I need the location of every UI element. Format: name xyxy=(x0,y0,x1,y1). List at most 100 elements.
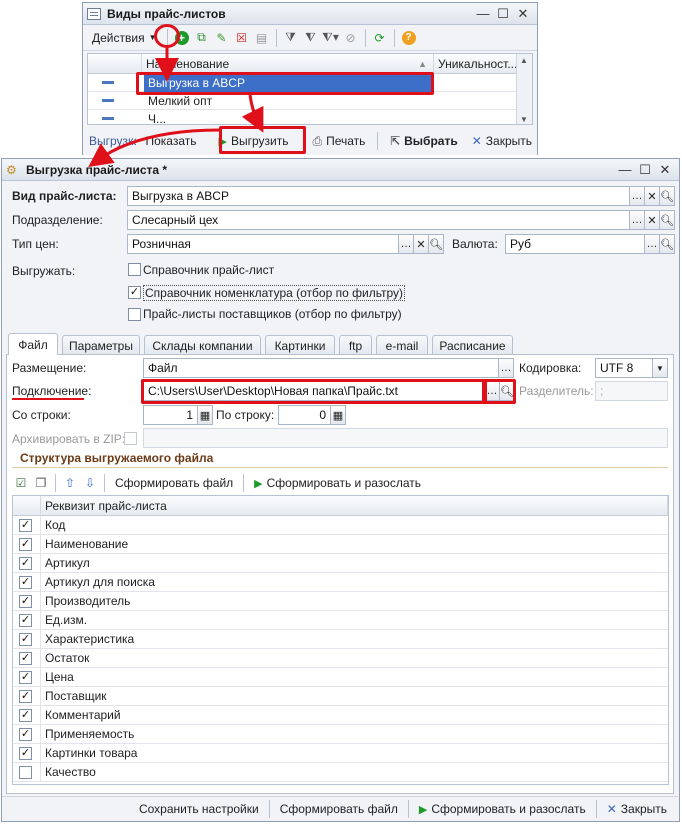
table-row[interactable]: ✓ Применяемость xyxy=(13,724,668,744)
row-checkbox[interactable]: ✓ xyxy=(19,518,32,532)
structure-form-send-button[interactable]: ▶ Сформировать и разослать xyxy=(249,474,426,492)
tab-parameters[interactable]: Параметры xyxy=(62,335,140,355)
maximize-icon[interactable]: ☐ xyxy=(493,6,513,22)
tab-schedule[interactable]: Расписание xyxy=(432,335,513,355)
price-type-field[interactable]: Розничная xyxy=(127,234,399,254)
connection-field[interactable]: C:\Users\User\Desktop\Новая папка\Прайс.… xyxy=(143,381,483,401)
form-send-button[interactable]: ▶ Сформировать и разослать xyxy=(414,800,591,818)
pricelist-type-clear-button[interactable]: ✕ xyxy=(644,186,660,206)
tab-warehouses[interactable]: Склады компании xyxy=(144,335,261,355)
tab-pictures[interactable]: Картинки xyxy=(265,335,335,355)
move-up-icon[interactable]: ⇧ xyxy=(61,474,79,492)
pricelist-type-open-button[interactable]: 🔍︎ xyxy=(659,186,675,206)
tab-file[interactable]: Файл xyxy=(8,333,58,355)
export-button[interactable]: ▶ Выгрузить xyxy=(214,132,294,150)
scroll-up-icon[interactable]: ▲ xyxy=(520,56,528,65)
close-icon[interactable]: ✕ xyxy=(513,6,533,22)
nomenclature-checkbox[interactable]: ✓ xyxy=(128,286,141,299)
from-row-field[interactable]: 1 xyxy=(143,405,198,425)
placement-select-button[interactable]: … xyxy=(498,358,514,378)
row-checkbox[interactable]: ✓ xyxy=(19,708,32,722)
to-row-field[interactable]: 0 xyxy=(278,405,331,425)
row-checkbox[interactable]: ✓ xyxy=(19,632,32,646)
print-button[interactable]: ⎙ Печать xyxy=(307,132,370,151)
copy-add-icon[interactable]: ⧉ xyxy=(193,29,211,47)
row-checkbox[interactable]: ✓ xyxy=(19,537,32,551)
row-checkbox[interactable]: ✓ xyxy=(19,689,32,703)
pricelist-catalog-checkbox[interactable] xyxy=(128,263,141,276)
price-type-clear-button[interactable]: ✕ xyxy=(413,234,429,254)
pricelist-type-select-button[interactable]: … xyxy=(629,186,645,206)
grid-scrollbar[interactable]: ▲ ▼ xyxy=(516,54,532,124)
price-type-select-button[interactable]: … xyxy=(398,234,414,254)
from-row-calc-button[interactable]: ▦ xyxy=(197,405,213,425)
filter-dropdown-icon[interactable]: ⧨▾ xyxy=(322,29,340,47)
select-button[interactable]: ⇱ Выбрать xyxy=(385,132,463,150)
department-clear-button[interactable]: ✕ xyxy=(644,210,660,230)
scroll-down-icon[interactable]: ▼ xyxy=(520,115,528,124)
show-button[interactable]: Показать xyxy=(140,132,201,150)
structure-table-header[interactable]: Реквизит прайс-листа xyxy=(41,496,668,516)
check-all-icon[interactable]: ☑ xyxy=(12,474,30,492)
row-checkbox[interactable]: ✓ xyxy=(19,727,32,741)
edit-icon[interactable]: ✎ xyxy=(213,29,231,47)
connection-select-button[interactable]: … xyxy=(484,381,500,401)
refresh-icon[interactable]: ⟳ xyxy=(371,29,389,47)
table-row[interactable]: ✓ Картинки товара xyxy=(13,743,668,763)
structure-form-file-button[interactable]: Сформировать файл xyxy=(110,474,238,492)
table-row[interactable]: Качество xyxy=(13,762,668,782)
table-row[interactable]: ✓ Комментарий xyxy=(13,705,668,725)
placement-field[interactable]: Файл xyxy=(143,358,499,378)
table-row[interactable]: Ч... xyxy=(88,110,518,124)
form-file-button[interactable]: Сформировать файл xyxy=(275,800,403,818)
table-row[interactable]: ✓ Остаток xyxy=(13,648,668,668)
clear-filter-icon[interactable]: ⊘ xyxy=(342,29,360,47)
table-row[interactable]: ✓ Код xyxy=(13,515,668,535)
supplier-pricelists-checkbox[interactable] xyxy=(128,308,141,321)
table-row[interactable]: ✓ Артикул xyxy=(13,553,668,573)
table-row[interactable]: ✓ Производитель xyxy=(13,591,668,611)
currency-open-button[interactable]: 🔍︎ xyxy=(659,234,675,254)
row-checkbox[interactable]: ✓ xyxy=(19,556,32,570)
tab-ftp[interactable]: ftp xyxy=(339,335,372,355)
connection-open-button[interactable]: 🔍︎ xyxy=(499,381,515,401)
row-checkbox[interactable] xyxy=(19,765,32,779)
table-row[interactable]: ✓ Наименование xyxy=(13,534,668,554)
table-row[interactable]: ✓ Ед.изм. xyxy=(13,610,668,630)
row-checkbox[interactable]: ✓ xyxy=(19,746,32,760)
table-row[interactable]: ✓ Характеристика xyxy=(13,629,668,649)
uncheck-all-icon[interactable]: ❐ xyxy=(32,474,50,492)
filter-settings-icon[interactable]: ⧩ xyxy=(282,29,300,47)
row-checkbox[interactable]: ✓ xyxy=(19,670,32,684)
department-field[interactable]: Слесарный цех xyxy=(127,210,630,230)
price-type-open-button[interactable]: 🔍︎ xyxy=(428,234,444,254)
to-row-calc-button[interactable]: ▦ xyxy=(330,405,346,425)
grid-header-unique[interactable]: Уникальност... xyxy=(434,54,518,74)
filter-icon[interactable]: ⧨ xyxy=(302,29,320,47)
row-checkbox[interactable]: ✓ xyxy=(19,575,32,589)
minimize-icon[interactable]: — xyxy=(473,6,493,21)
row-checkbox[interactable]: ✓ xyxy=(19,594,32,608)
move-down-icon[interactable]: ⇩ xyxy=(81,474,99,492)
currency-field[interactable]: Руб xyxy=(505,234,645,254)
table-row[interactable]: ✓ Поставщик xyxy=(13,686,668,706)
help-icon[interactable]: ? xyxy=(400,29,418,47)
add-icon[interactable]: + xyxy=(173,29,191,47)
department-select-button[interactable]: … xyxy=(629,210,645,230)
delete-icon[interactable]: ☒ xyxy=(233,29,251,47)
table-row[interactable]: Выгрузка в ABCP xyxy=(88,74,518,92)
table-row[interactable]: Мелкий опт xyxy=(88,92,518,110)
pricelist-type-field[interactable]: Выгрузка в ABCP xyxy=(127,186,630,206)
row-checkbox[interactable]: ✓ xyxy=(19,651,32,665)
department-open-button[interactable]: 🔍︎ xyxy=(659,210,675,230)
close-form-button[interactable]: ✕ Закрыть xyxy=(602,800,672,818)
actions-menu[interactable]: Действия ▼ xyxy=(87,29,162,47)
grid-header-name[interactable]: Наименование ▲ xyxy=(142,54,434,74)
close-list-button[interactable]: ✕ Закрыть xyxy=(467,132,537,150)
close-icon[interactable]: ✕ xyxy=(655,162,675,178)
currency-select-button[interactable]: … xyxy=(644,234,660,254)
table-row[interactable]: ✓ Артикул для поиска xyxy=(13,572,668,592)
table-row[interactable]: ✓ Цена xyxy=(13,667,668,687)
row-checkbox[interactable]: ✓ xyxy=(19,613,32,627)
encoding-field[interactable]: UTF 8 xyxy=(595,358,653,378)
